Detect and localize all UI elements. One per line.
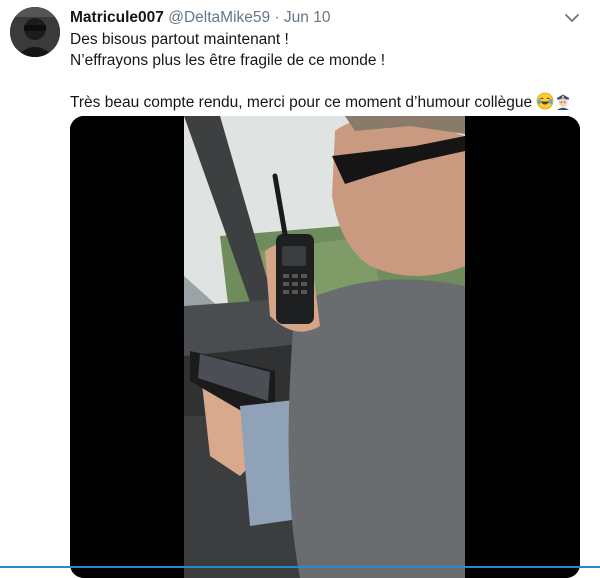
tweet-text: Des bisous partout maintenant ! N’effray… [70,29,590,116]
video-frame [70,116,580,578]
tweet: Matricule007 @DeltaMike59 · Jun 10 Des b… [0,0,600,578]
avatar-image [10,7,60,57]
tweet-date[interactable]: Jun 10 [284,9,331,26]
video-player[interactable] [70,116,580,578]
tweet-line: N’effrayons plus les être fragile de ce … [70,52,386,69]
face-with-tears-of-joy-icon [536,92,554,116]
avatar[interactable] [10,7,60,57]
user-handle[interactable]: @DeltaMike59 [168,9,270,26]
divider [0,566,600,568]
separator: · [274,9,280,26]
tweet-header: Matricule007 @DeltaMike59 · Jun 10 [70,8,560,28]
tweet-line: Des bisous partout maintenant ! [70,31,289,48]
tweet-line: Très beau compte rendu, merci pour ce mo… [70,94,533,111]
chevron-down-icon[interactable] [562,10,582,26]
tweet-line-with-emoji: Très beau compte rendu, merci pour ce mo… [70,92,590,116]
police-officer-icon [554,92,572,116]
display-name[interactable]: Matricule007 [70,9,164,26]
